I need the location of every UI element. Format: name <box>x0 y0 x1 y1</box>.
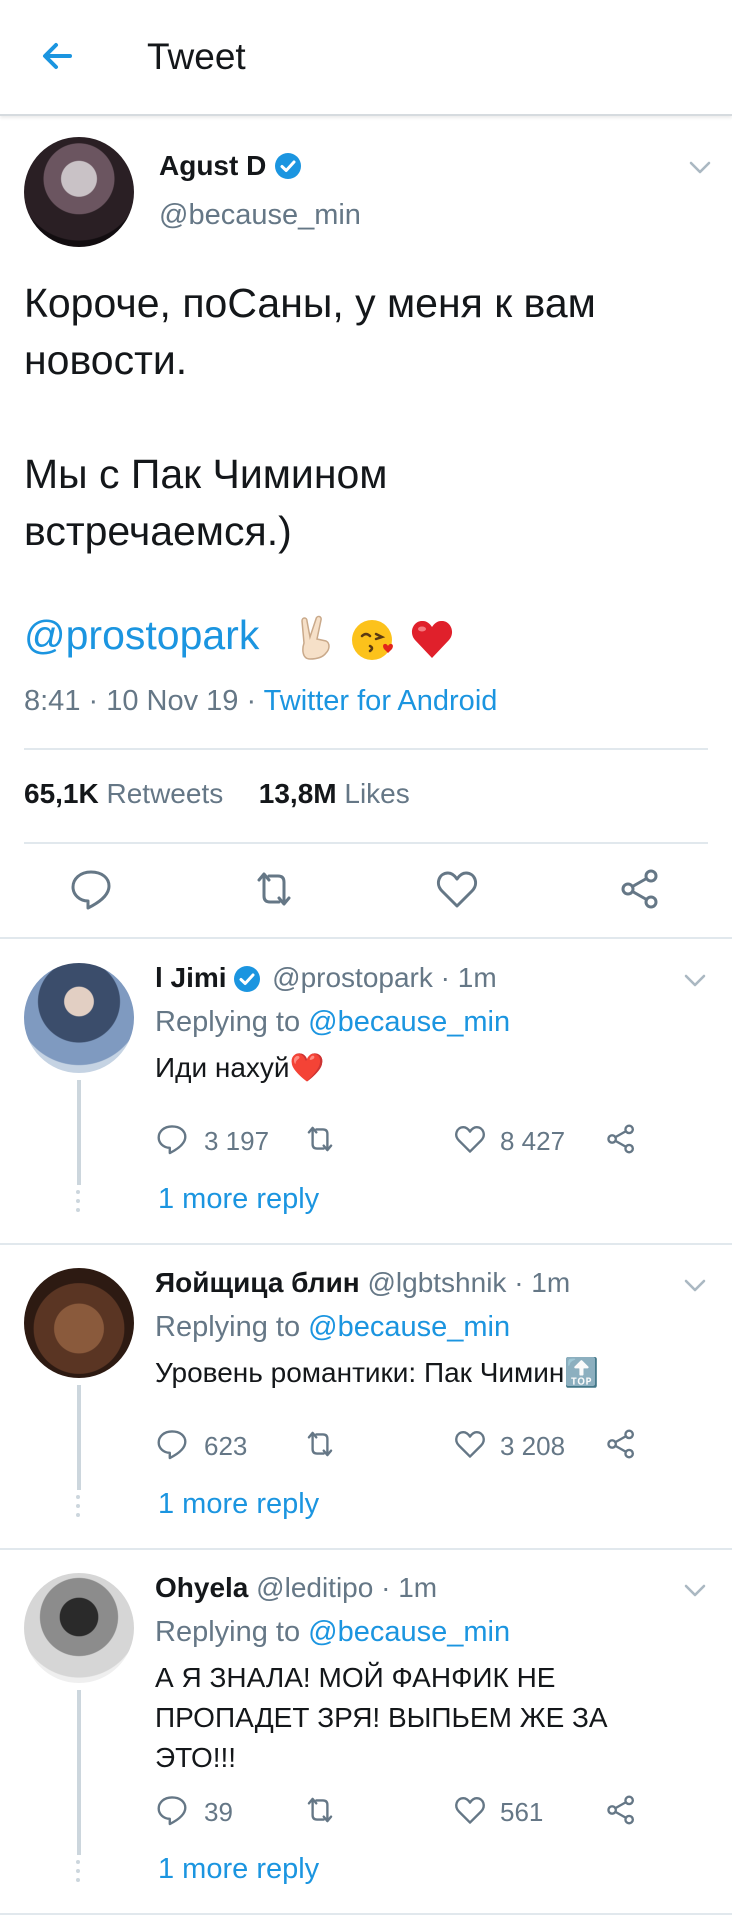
thread-dots <box>76 1190 82 1217</box>
tweet-stats: 65,1K Retweets 13,8M Likes <box>24 778 410 810</box>
share-icon[interactable] <box>604 1793 638 1827</box>
top-bar: Tweet <box>0 0 732 116</box>
replying-to-link[interactable]: @because_min <box>308 1311 510 1343</box>
retweet-icon[interactable] <box>303 1427 337 1461</box>
like-heart-icon[interactable] <box>434 866 480 912</box>
like-count: 561 <box>500 1797 544 1827</box>
retweet-icon[interactable] <box>251 866 297 912</box>
verified-badge-icon <box>274 152 302 180</box>
reply-icon[interactable] <box>155 1427 189 1461</box>
thread-dots <box>76 1860 82 1887</box>
verified-badge-icon <box>233 965 261 993</box>
reply-count: 39 <box>204 1797 233 1827</box>
victory-hand-emoji <box>296 615 336 663</box>
reply-author-handle[interactable]: @leditipo · 1m <box>256 1572 437 1603</box>
like-count: 3 208 <box>500 1431 566 1461</box>
retweets-count: 65,1K <box>24 778 99 809</box>
chevron-down-icon[interactable] <box>681 1576 709 1604</box>
kissing-face-emoji <box>350 616 396 662</box>
thread-line <box>77 1385 81 1490</box>
thread-dots <box>76 1495 82 1522</box>
author-avatar[interactable] <box>24 137 134 247</box>
more-replies-link[interactable]: 1 more reply <box>158 1853 319 1886</box>
red-heart-emoji <box>410 618 454 660</box>
reply-text: Уровень романтики: Пак Чимин🔝 <box>155 1357 600 1388</box>
like-heart-icon[interactable] <box>453 1427 487 1461</box>
reply-icon[interactable] <box>155 1122 189 1156</box>
section-divider <box>0 937 732 939</box>
replying-to: Replying to @because_min <box>155 1311 510 1344</box>
chevron-down-icon[interactable] <box>686 153 714 181</box>
retweet-icon[interactable] <box>303 1793 337 1827</box>
likes-count: 13,8M <box>258 778 337 809</box>
reply-avatar[interactable] <box>24 963 134 1073</box>
retweets-stat[interactable]: 65,1K Retweets <box>24 778 223 809</box>
reply-icon[interactable] <box>155 1793 189 1827</box>
reply-author-name[interactable]: l Jimi <box>155 962 227 993</box>
section-divider <box>0 1548 732 1550</box>
likes-stat[interactable]: 13,8M Likes <box>259 778 410 809</box>
reply-text-line: А Я ЗНАЛА! МОЙ ФАНФИК НЕ <box>155 1662 556 1693</box>
divider <box>24 748 708 750</box>
like-count: 8 427 <box>500 1126 566 1156</box>
replying-to-link[interactable]: @because_min <box>308 1616 510 1648</box>
thread-line <box>77 1080 81 1185</box>
reply-text: Иди нахуй❤️ <box>155 1052 325 1083</box>
tweet-text: Короче, поСаны, у меня к вам новости. Мы… <box>24 275 704 560</box>
chevron-down-icon[interactable] <box>681 966 709 994</box>
reply-author-handle[interactable]: @prostopark · 1m <box>272 962 497 993</box>
chevron-down-icon[interactable] <box>681 1271 709 1299</box>
reply-author-name[interactable]: Ohyela <box>155 1572 248 1603</box>
back-arrow-icon[interactable] <box>36 34 80 78</box>
tweet-source-link[interactable]: Twitter for Android <box>264 685 498 717</box>
reply-header: l Jimi @prostopark · 1m <box>155 962 497 994</box>
reply-text: А Я ЗНАЛА! МОЙ ФАНФИК НЕ ПРОПАДЕТ ЗРЯ! В… <box>155 1658 675 1778</box>
section-divider <box>0 1243 732 1245</box>
tweet-text-line: новости. <box>24 337 188 383</box>
reply-icon[interactable] <box>68 866 114 912</box>
reply-count: 3 197 <box>204 1126 270 1156</box>
reply-text-line: ЭТО!!! <box>155 1742 237 1773</box>
reply-avatar[interactable] <box>24 1268 134 1378</box>
replying-to-label: Replying to <box>155 1006 309 1038</box>
like-heart-icon[interactable] <box>453 1122 487 1156</box>
replying-to: Replying to @because_min <box>155 1006 510 1039</box>
replying-to-label: Replying to <box>155 1311 309 1343</box>
tweet-meta: 8:41 · 10 Nov 19 · Twitter for Android <box>24 685 497 718</box>
tweet-timestamp: 8:41 · 10 Nov 19 · <box>24 685 264 717</box>
replying-to-link[interactable]: @because_min <box>308 1006 510 1038</box>
reply-header: Яойщица блин @lgbtshnik · 1m <box>155 1267 570 1299</box>
replying-to-label: Replying to <box>155 1616 309 1648</box>
author-handle[interactable]: @because_min <box>159 199 361 232</box>
emoji-group <box>296 612 454 666</box>
reply-author-handle[interactable]: @lgbtshnik · 1m <box>367 1267 570 1298</box>
section-divider <box>0 1913 732 1915</box>
share-icon[interactable] <box>604 1122 638 1156</box>
mention-link[interactable]: @prostopark <box>24 612 259 659</box>
like-heart-icon[interactable] <box>453 1793 487 1827</box>
reply-count: 623 <box>204 1431 248 1461</box>
thread-line <box>77 1690 81 1855</box>
share-icon[interactable] <box>604 1427 638 1461</box>
tweet-text-line: Короче, поСаны, у меня к вам <box>24 280 596 326</box>
reply-author-name[interactable]: Яойщица блин <box>155 1267 360 1298</box>
likes-label: Likes <box>344 778 410 809</box>
reply-text-line: ПРОПАДЕТ ЗРЯ! ВЫПЬЕМ ЖЕ ЗА <box>155 1702 608 1733</box>
divider <box>24 842 708 844</box>
page-title: Tweet <box>147 36 246 77</box>
reply-avatar[interactable] <box>24 1573 134 1683</box>
more-replies-link[interactable]: 1 more reply <box>158 1183 319 1216</box>
retweets-label: Retweets <box>106 778 224 809</box>
replying-to: Replying to @because_min <box>155 1616 510 1649</box>
tweet-text-line: встречаемся.) <box>24 508 292 554</box>
retweet-icon[interactable] <box>303 1122 337 1156</box>
share-icon[interactable] <box>617 866 663 912</box>
more-replies-link[interactable]: 1 more reply <box>158 1488 319 1521</box>
reply-header: Ohyela @leditipo · 1m <box>155 1572 437 1604</box>
tweet-text-line: Мы с Пак Чимином <box>24 451 388 497</box>
author-name[interactable]: Agust D <box>159 150 266 182</box>
